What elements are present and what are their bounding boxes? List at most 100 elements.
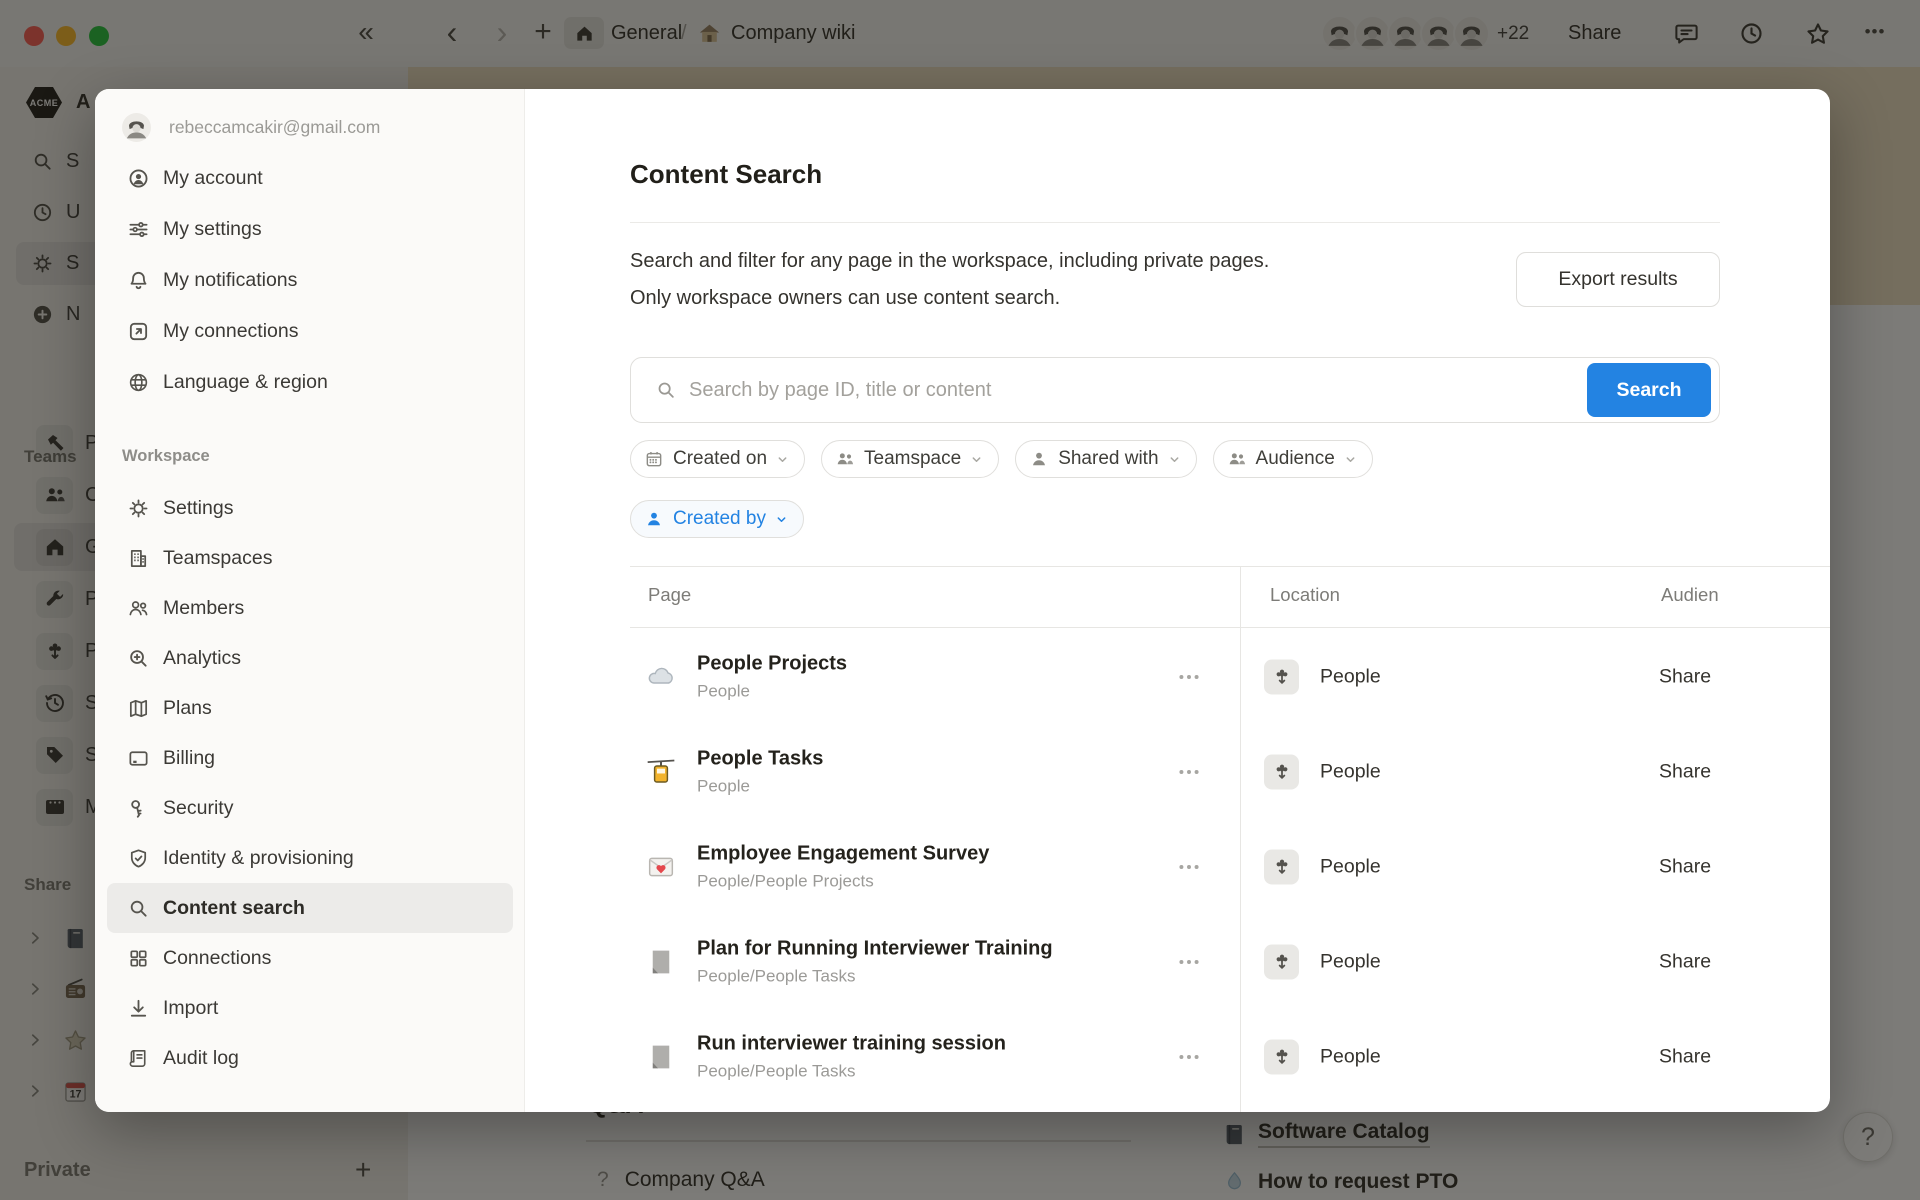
account-row: rebeccamcakir@gmail.com xyxy=(122,113,380,142)
filter-chip-icon xyxy=(1029,449,1049,469)
settings-menu-item[interactable]: My notifications xyxy=(107,255,513,306)
table-row[interactable]: Run interviewer training session People/… xyxy=(630,1009,1830,1104)
table-body: People Projects People People Share Peop… xyxy=(630,629,1830,1104)
ellipsis-icon xyxy=(1175,663,1203,691)
page-title-cell[interactable]: Employee Engagement Survey xyxy=(697,842,989,865)
settings-menu-item[interactable]: Plans xyxy=(107,683,513,733)
account-menu: My account My settings My notifications … xyxy=(95,153,525,408)
table-header: Page Location Audien xyxy=(630,567,1830,628)
menu-item-icon xyxy=(127,697,150,720)
settings-sidebar-panel: rebeccamcakir@gmail.com My account My se… xyxy=(95,89,525,1112)
menu-item-icon xyxy=(127,997,150,1020)
menu-item-label: Members xyxy=(163,597,244,620)
settings-menu-item[interactable]: Content search xyxy=(107,883,513,933)
filter-chip-icon xyxy=(644,449,664,469)
row-actions-button[interactable] xyxy=(1175,853,1203,881)
table-row[interactable]: People Projects People People Share xyxy=(630,629,1830,724)
settings-menu-item[interactable]: My account xyxy=(107,153,513,204)
page-icon xyxy=(645,946,677,978)
filter-chip-icon xyxy=(644,509,664,529)
row-actions-button[interactable] xyxy=(1175,1043,1203,1071)
filter-chip-label: Created on xyxy=(673,448,767,470)
table-row[interactable]: People Tasks People People Share xyxy=(630,724,1830,819)
menu-item-icon xyxy=(127,647,150,670)
page-title-cell[interactable]: People Tasks xyxy=(697,747,823,770)
menu-item-label: My settings xyxy=(163,218,262,241)
page-title-cell[interactable]: Run interviewer training session xyxy=(697,1032,1006,1055)
page-icon xyxy=(645,851,677,883)
ellipsis-icon xyxy=(1175,1043,1203,1071)
menu-item-icon xyxy=(127,371,150,394)
column-header-location: Location xyxy=(1270,584,1340,606)
page-icon xyxy=(645,661,677,693)
settings-menu-item[interactable]: Audit log xyxy=(107,1033,513,1083)
filter-chips-row: Created on Teamspace Shared with Audienc… xyxy=(630,440,1373,478)
menu-item-icon xyxy=(127,167,150,190)
settings-menu-item[interactable]: Settings xyxy=(107,483,513,533)
menu-item-label: Audit log xyxy=(163,1047,239,1070)
workspace-menu: Settings Teamspaces Members Analytics Pl… xyxy=(95,483,525,1083)
menu-item-icon xyxy=(127,797,150,820)
menu-item-icon xyxy=(127,847,150,870)
settings-menu-item[interactable]: My connections xyxy=(107,306,513,357)
row-actions-button[interactable] xyxy=(1175,758,1203,786)
menu-item-label: Connections xyxy=(163,947,271,970)
column-divider xyxy=(1240,567,1241,1112)
page-title-cell[interactable]: People Projects xyxy=(697,652,847,675)
account-avatar xyxy=(122,113,151,142)
menu-item-icon xyxy=(127,897,150,920)
settings-menu-item[interactable]: Teamspaces xyxy=(107,533,513,583)
settings-menu-item[interactable]: Security xyxy=(107,783,513,833)
filter-chip[interactable]: Shared with xyxy=(1015,440,1196,478)
page-title: Content Search xyxy=(630,159,822,190)
menu-item-icon xyxy=(127,269,150,292)
filter-chip[interactable]: Teamspace xyxy=(821,440,999,478)
table-row[interactable]: Plan for Running Interviewer Training Pe… xyxy=(630,914,1830,1009)
menu-item-icon xyxy=(127,547,150,570)
menu-item-label: Billing xyxy=(163,747,215,770)
menu-item-icon xyxy=(127,597,150,620)
settings-menu-item[interactable]: Identity & provisioning xyxy=(107,833,513,883)
settings-menu-item[interactable]: Members xyxy=(107,583,513,633)
workspace-section-label: Workspace xyxy=(122,447,210,466)
menu-item-icon xyxy=(127,497,150,520)
audience-cell: Share xyxy=(1659,1045,1711,1068)
page-description: Search and filter for any page in the wo… xyxy=(630,243,1510,317)
ellipsis-icon xyxy=(1175,853,1203,881)
menu-item-label: Analytics xyxy=(163,647,241,670)
filter-chip[interactable]: Created on xyxy=(630,440,805,478)
chevron-down-icon xyxy=(1166,451,1183,468)
page-path-cell: People/People Tasks xyxy=(697,1061,1006,1081)
account-email: rebeccamcakir@gmail.com xyxy=(169,117,380,138)
settings-menu-item[interactable]: Analytics xyxy=(107,633,513,683)
column-header-page: Page xyxy=(648,584,691,606)
page-title-cell[interactable]: Plan for Running Interviewer Training xyxy=(697,937,1053,960)
settings-menu-item[interactable]: Import xyxy=(107,983,513,1033)
settings-menu-item[interactable]: Connections xyxy=(107,933,513,983)
location-cell: People xyxy=(1264,1039,1381,1074)
teamspace-flower-icon xyxy=(1264,849,1299,884)
menu-item-label: My account xyxy=(163,167,263,190)
audience-cell: Share xyxy=(1659,855,1711,878)
settings-menu-item[interactable]: My settings xyxy=(107,204,513,255)
audience-cell: Share xyxy=(1659,950,1711,973)
settings-menu-item[interactable]: Billing xyxy=(107,733,513,783)
teamspace-flower-icon xyxy=(1264,1039,1299,1074)
export-results-button[interactable]: Export results xyxy=(1516,252,1720,307)
row-actions-button[interactable] xyxy=(1175,663,1203,691)
filter-chip-label: Teamspace xyxy=(864,448,961,470)
filter-chip[interactable]: Audience xyxy=(1213,440,1373,478)
settings-menu-item[interactable]: Language & region xyxy=(107,357,513,408)
search-input[interactable] xyxy=(689,379,1719,402)
search-button[interactable]: Search xyxy=(1587,363,1711,417)
search-icon xyxy=(655,379,677,401)
table-row[interactable]: Employee Engagement Survey People/People… xyxy=(630,819,1830,914)
row-actions-button[interactable] xyxy=(1175,948,1203,976)
menu-item-label: Settings xyxy=(163,497,233,520)
filter-chip[interactable]: Created by xyxy=(630,500,804,538)
page-path-cell: People xyxy=(697,681,847,701)
audience-cell: Share xyxy=(1659,665,1711,688)
page-path-cell: People xyxy=(697,776,823,796)
menu-item-icon xyxy=(127,947,150,970)
menu-item-label: Security xyxy=(163,797,233,820)
